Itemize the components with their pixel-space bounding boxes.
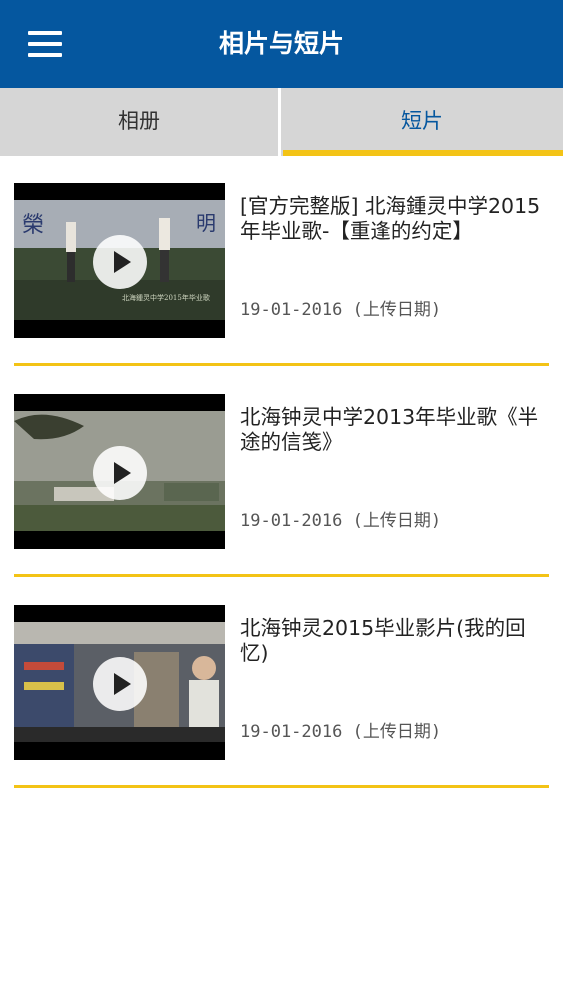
video-title[interactable]: 北海钟灵2015毕业影片(我的回忆) [240, 616, 550, 666]
video-thumbnail[interactable] [14, 605, 225, 760]
tab-bar: 相册 短片 [0, 88, 563, 156]
video-list: 榮 明 北海鍾灵中学2015年毕业歌 [官方完整版] 北海鍾灵中学2015年毕业… [14, 158, 549, 791]
upload-date: 19-01-2016 (上传日期) [240, 722, 442, 742]
play-icon[interactable] [93, 235, 147, 289]
upload-date: 19-01-2016 (上传日期) [240, 300, 442, 320]
tab-videos-label: 短片 [401, 109, 443, 133]
upload-date: 19-01-2016 (上传日期) [240, 511, 442, 531]
svg-text:北海鍾灵中学2015年毕业歌: 北海鍾灵中学2015年毕业歌 [122, 293, 210, 302]
divider [14, 363, 549, 366]
divider [14, 785, 549, 788]
list-item[interactable]: 北海钟灵2015毕业影片(我的回忆) 19-01-2016 (上传日期) [14, 580, 549, 791]
divider [14, 574, 549, 577]
list-item[interactable]: 北海钟灵中学2013年毕业歌《半途的信笺》 19-01-2016 (上传日期) [14, 369, 549, 580]
video-title[interactable]: [官方完整版] 北海鍾灵中学2015年毕业歌-【重逢的约定】 [240, 194, 550, 244]
video-thumbnail[interactable]: 榮 明 北海鍾灵中学2015年毕业歌 [14, 183, 225, 338]
play-icon[interactable] [93, 657, 147, 711]
app-header: 相片与短片 [0, 0, 563, 88]
tab-albums[interactable]: 相册 [0, 88, 281, 156]
video-title[interactable]: 北海钟灵中学2013年毕业歌《半途的信笺》 [240, 405, 550, 455]
active-tab-indicator [283, 150, 563, 156]
list-item[interactable]: 榮 明 北海鍾灵中学2015年毕业歌 [官方完整版] 北海鍾灵中学2015年毕业… [14, 158, 549, 369]
tab-videos[interactable]: 短片 [281, 88, 563, 156]
svg-text:榮: 榮 [22, 213, 44, 238]
app-screen: 相片与短片 相册 短片 榮 明 北海鍾灵中学2015年毕业歌 [官方完整版] 北… [0, 0, 563, 1000]
play-icon[interactable] [93, 446, 147, 500]
svg-text:明: 明 [196, 211, 216, 235]
video-thumbnail[interactable] [14, 394, 225, 549]
page-title: 相片与短片 [218, 29, 344, 58]
